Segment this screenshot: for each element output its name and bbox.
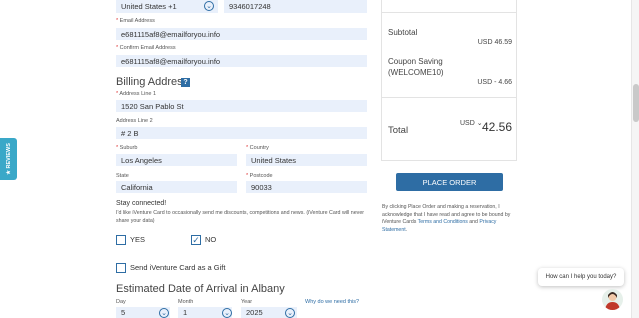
scrollbar-track[interactable] <box>631 0 639 318</box>
month-label: Month <box>178 299 194 305</box>
address2-label: Address Line 2 <box>116 118 153 124</box>
address2-field[interactable]: # 2 B <box>116 127 367 139</box>
no-label: NO <box>205 235 217 244</box>
phone-number-value: 9346017248 <box>229 2 271 11</box>
address1-label-text: Address Line 1 <box>119 91 157 97</box>
currency-select[interactable]: USD ⌄ <box>460 119 483 127</box>
suburb-label-text: Suburb <box>119 145 138 151</box>
gift-checkbox[interactable] <box>116 263 126 273</box>
subtotal-value: USD 46.59 <box>477 39 512 46</box>
gift-label: Send iVenture Card as a Gift <box>130 263 226 272</box>
summary-divider <box>382 12 516 13</box>
month-value: 1 <box>183 308 188 317</box>
chat-bubble[interactable]: How can I help you today? <box>538 268 624 286</box>
checkmark-icon: ✓ <box>192 234 200 245</box>
chat-bubble-text: How can I help you today? <box>545 274 617 280</box>
coupon-value: USD - 4.66 <box>477 79 512 86</box>
terms-link[interactable]: Terms and Conditions <box>418 219 468 225</box>
address1-field[interactable]: 1520 San Pablo St <box>116 100 367 112</box>
arrival-heading: Estimated Date of Arrival in Albany <box>116 283 285 295</box>
suburb-value: Los Angeles <box>121 155 162 165</box>
email-value: e681115af8@emailforyou.info <box>121 29 221 39</box>
no-checkbox[interactable]: ✓ <box>191 235 201 245</box>
scrollbar-thumb[interactable] <box>633 84 639 122</box>
year-value: 2025 <box>246 308 263 317</box>
confirm-email-value: e681115af8@emailforyou.info <box>121 56 221 66</box>
chat-avatar-icon[interactable] <box>602 289 623 310</box>
country-label: * Country <box>246 145 269 151</box>
email-label-text: Email Address <box>119 18 155 24</box>
suburb-field[interactable]: Los Angeles <box>116 154 237 166</box>
legal-end: . <box>405 226 408 233</box>
country-code-select[interactable]: United States +1 <box>116 0 218 13</box>
legal-text: By clicking Place Order and making a res… <box>382 204 515 234</box>
stay-connected-text: I'd like iVenture Card to occasionally s… <box>116 210 365 224</box>
reviews-tab-label: ★ REVIEWS <box>5 143 12 175</box>
country-label-text: Country <box>249 145 269 151</box>
state-label-text: State <box>116 173 129 179</box>
place-order-label: PLACE ORDER <box>422 177 477 187</box>
state-label: State <box>116 173 129 179</box>
suburb-label: * Suburb <box>116 145 137 151</box>
place-order-button[interactable]: PLACE ORDER <box>396 173 503 191</box>
country-code-value: United States +1 <box>121 2 177 11</box>
state-field[interactable]: California <box>116 181 237 193</box>
chevron-down-icon[interactable]: ⌄ <box>222 308 232 318</box>
year-label: Year <box>241 299 253 305</box>
coupon-code: (WELCOME10) <box>388 68 444 77</box>
billing-heading-text: Billing Address <box>116 76 189 88</box>
summary-divider <box>382 97 516 98</box>
day-value: 5 <box>121 308 126 317</box>
chevron-down-icon[interactable]: ⌄ <box>285 308 295 318</box>
day-label: Day <box>116 299 126 305</box>
address1-value: 1520 San Pablo St <box>121 101 184 111</box>
subtotal-label: Subtotal <box>388 28 418 37</box>
postcode-field[interactable]: 90033 <box>246 181 367 193</box>
why-link[interactable]: Why do we need this? <box>305 299 359 305</box>
country-select[interactable]: United States <box>246 154 367 166</box>
email-label: * Email Address <box>116 18 155 24</box>
currency-value: USD <box>460 120 475 127</box>
chevron-down-icon[interactable]: ⌄ <box>159 308 169 318</box>
reviews-tab[interactable]: ★ REVIEWS <box>0 138 17 180</box>
coupon-label: Coupon Saving <box>388 57 443 66</box>
email-field[interactable]: e681115af8@emailforyou.info <box>116 28 367 40</box>
state-value: California <box>121 182 153 192</box>
postcode-label-text: Postcode <box>249 173 273 179</box>
chevron-down-icon[interactable]: ⌄ <box>204 1 214 11</box>
postcode-label: * Postcode <box>246 173 273 179</box>
confirm-email-field[interactable]: e681115af8@emailforyou.info <box>116 55 367 67</box>
order-summary: Subtotal USD 46.59 Coupon Saving (WELCOM… <box>381 0 517 161</box>
legal-and: and <box>467 219 480 225</box>
country-value: United States <box>251 155 297 165</box>
total-label: Total <box>388 125 409 136</box>
yes-checkbox[interactable] <box>116 235 126 245</box>
yes-label: YES <box>130 235 146 244</box>
stay-connected-heading: Stay connected! <box>116 200 167 207</box>
billing-heading: Billing Address <box>116 76 188 88</box>
help-icon[interactable]: ? <box>181 78 190 87</box>
postcode-value: 90033 <box>251 182 272 192</box>
confirm-email-label-text: Confirm Email Address <box>119 45 176 51</box>
phone-number-input[interactable]: 9346017248 <box>224 0 367 13</box>
help-icon-glyph: ? <box>183 79 188 86</box>
address1-label: * Address Line 1 <box>116 91 156 97</box>
address2-label-text: Address Line 2 <box>116 118 153 124</box>
total-value: 42.56 <box>481 120 512 134</box>
address2-value: # 2 B <box>121 128 139 138</box>
confirm-email-label: * Confirm Email Address <box>116 45 176 51</box>
